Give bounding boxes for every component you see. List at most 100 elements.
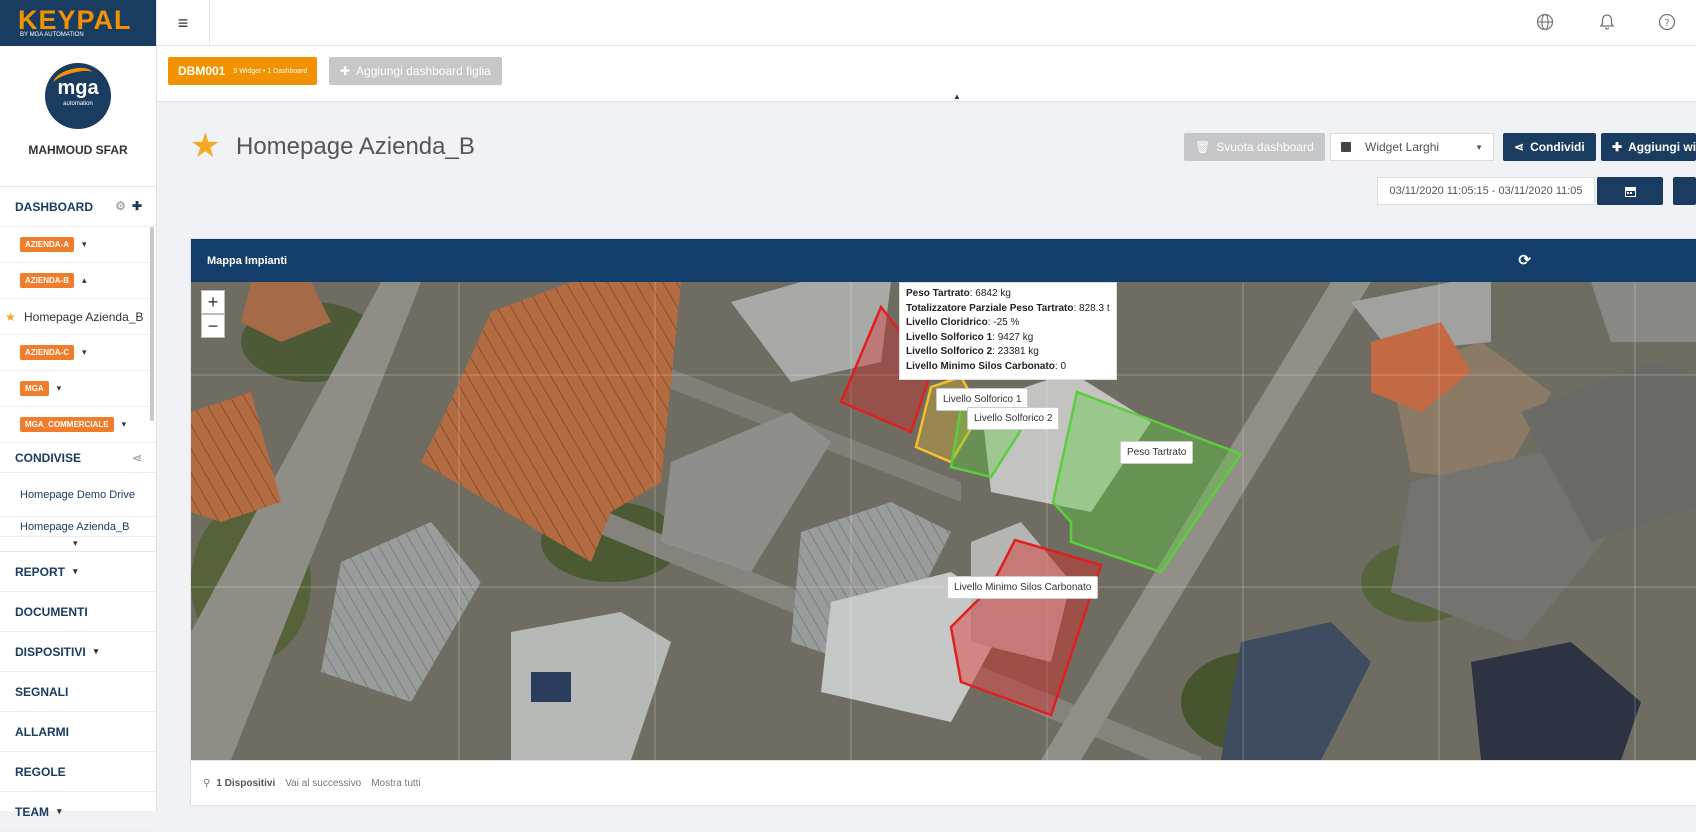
shared-item[interactable]: Homepage Azienda_B	[0, 517, 156, 537]
plus-icon[interactable]: ✚	[132, 199, 142, 213]
dashboard-section-header: DASHBOARD ⚙ ✚	[0, 187, 156, 227]
add-child-dashboard-button[interactable]: ✚ Aggiungi dashboard figlia	[329, 57, 502, 85]
dashboard-code: DBM001	[178, 64, 226, 78]
trash-icon: 🗑	[1195, 140, 1211, 154]
plus-icon: ✚	[1612, 140, 1623, 154]
add-child-label: Aggiungi dashboard figlia	[356, 64, 491, 78]
shared-item-label: Homepage Demo Drive	[20, 488, 135, 501]
nav-label: REPORT	[15, 564, 66, 579]
nav-team[interactable]: TEAM ▾	[0, 792, 156, 832]
zoom-out-button[interactable]: −	[201, 314, 225, 338]
satellite-map[interactable]: + − Peso Tartrato: 6842 kg Totalizzatore…	[191, 282, 1696, 760]
dashboard-tab[interactable]: DBM001 9 Widget • 1 Dashboard	[168, 57, 318, 85]
select-value: Widget Larghi	[1365, 140, 1440, 154]
tooltip-row: Livello Solforico 1: 9427 kg	[906, 331, 1110, 346]
tooltip-key: Totalizzatore Parziale Peso Tartrato	[906, 302, 1074, 314]
sidebar-scrollbar[interactable]	[150, 227, 154, 422]
shared-item-label: Homepage Azienda_B	[20, 520, 130, 533]
tooltip-row: Livello Solforico 2: 23381 kg	[906, 345, 1110, 360]
dashboard-section-label: DASHBOARD	[15, 199, 93, 214]
add-widget-label: Aggiungi widget	[1628, 140, 1696, 154]
dashboard-tag: AZIENDA-C	[20, 345, 74, 360]
plus-icon: ✚	[340, 64, 351, 78]
share-icon: ⋖	[1514, 140, 1525, 154]
dashboard-item-azienda-c[interactable]: AZIENDA-C ▾	[0, 335, 156, 371]
sensor-tooltip: Peso Tartrato: 6842 kg Totalizzatore Par…	[899, 282, 1117, 380]
tooltip-key: Livello Solforico 1	[906, 331, 993, 343]
nav-allarmi[interactable]: ALLARMI	[0, 712, 156, 752]
map-label-solforico-2[interactable]: Livello Solforico 2	[967, 407, 1060, 430]
refresh-date-button[interactable]	[1673, 177, 1696, 205]
logo-sub: BY MGA AUTOMATION	[20, 32, 84, 38]
nav-segnali[interactable]: SEGNALI	[0, 672, 156, 712]
avatar[interactable]: mga automation	[45, 63, 111, 129]
dashboard-item-azienda-a[interactable]: AZIENDA-A ▾	[0, 227, 156, 263]
nav-label: REGOLE	[15, 764, 66, 779]
calendar-button[interactable]	[1597, 177, 1663, 205]
chevron-down-icon: ▾	[73, 566, 78, 576]
help-icon[interactable]: ?	[1657, 12, 1677, 32]
gear-icon[interactable]: ⚙	[115, 199, 126, 213]
nav-label: SEGNALI	[15, 684, 69, 699]
collapse-caret-icon[interactable]: ▲	[953, 92, 961, 101]
svg-text:?: ?	[1664, 18, 1669, 29]
show-all-link[interactable]: Mostra tutti	[371, 778, 420, 789]
dashboard-info: 9 Widget • 1 Dashboard	[233, 67, 308, 75]
nav-label: DISPOSITIVI	[15, 644, 86, 659]
widget-title: Mappa Impianti	[207, 254, 288, 267]
globe-icon[interactable]	[1535, 12, 1555, 32]
dashboard-item-azienda-b[interactable]: AZIENDA-B ▴	[0, 263, 156, 299]
dashboard-list: AZIENDA-A ▾ AZIENDA-B ▴ ★ Homepage Azienda_…	[0, 227, 156, 552]
devices-count: 1 Dispositivi	[216, 777, 276, 789]
dashboard-tag: MGA_COMMERCIALE	[20, 417, 114, 432]
add-widget-button[interactable]: ✚ Aggiungi widget	[1601, 133, 1696, 161]
tooltip-key: Livello Minimo Silos Carbonato	[906, 360, 1055, 372]
nav-regole[interactable]: REGOLE	[0, 752, 156, 792]
nav-report[interactable]: REPORT ▾	[0, 552, 156, 592]
bell-icon[interactable]	[1597, 12, 1617, 32]
menu-icon[interactable]: ≡	[157, 0, 210, 46]
tooltip-value: : 6842 kg	[969, 288, 1011, 299]
next-device-link[interactable]: Vai al successivo	[285, 778, 361, 789]
clear-dashboard-button[interactable]: 🗑 Svuota dashboard	[1184, 133, 1325, 161]
zoom-in-button[interactable]: +	[201, 290, 225, 314]
map-label-silos-carbonato[interactable]: Livello Minimo Silos Carbonato	[947, 576, 1099, 599]
nav-label: DOCUMENTI	[15, 604, 88, 619]
dashboard-item-mga[interactable]: MGA ▾	[0, 371, 156, 407]
square-icon	[1341, 142, 1351, 152]
star-icon: ★	[5, 309, 16, 324]
share-button[interactable]: ⋖ Condividi	[1503, 133, 1596, 161]
date-range-input[interactable]: 03/11/2020 11:05:15 - 03/11/2020 11:05	[1377, 177, 1595, 205]
widget-size-select[interactable]: Widget Larghi ▼	[1330, 133, 1494, 161]
dashboard-tag: MGA	[20, 381, 49, 396]
share-icon[interactable]: ⋖	[132, 451, 142, 465]
tooltip-value: : 9427 kg	[992, 331, 1034, 343]
condivise-label: CONDIVISE	[15, 450, 82, 465]
chevron-down-icon: ▾	[57, 806, 62, 816]
sidebar: KEYPAL BY MGA AUTOMATION mga automation …	[0, 0, 157, 832]
keypal-logo[interactable]: KEYPAL BY MGA AUTOMATION	[0, 0, 156, 46]
tooltip-value: : 828.3 t	[1073, 302, 1110, 314]
chevron-down-icon: ▾	[93, 646, 99, 656]
nav-dispositivi[interactable]: DISPOSITIVI ▾	[0, 632, 156, 672]
dashboard-tag: AZIENDA-A	[20, 237, 74, 252]
dashboard-item-homepage-azienda-b[interactable]: ★ Homepage Azienda_B	[0, 299, 156, 335]
favorite-star-icon[interactable]: ★	[190, 129, 220, 163]
refresh-icon[interactable]: ⟳	[1518, 251, 1531, 269]
condivise-section-header: CONDIVISE ⋖	[0, 443, 156, 473]
tooltip-key: Peso Tartrato	[906, 288, 970, 299]
chevron-down-icon[interactable]: ▾	[73, 538, 78, 549]
tooltip-key: Livello Cloridrico	[906, 317, 988, 329]
nav-documenti[interactable]: DOCUMENTI	[0, 592, 156, 632]
widget-footer: ⚲ 1 Dispositivi Vai al successivo Mostra…	[191, 760, 1696, 805]
tooltip-row: Livello Cloridrico: -25 %	[906, 316, 1110, 331]
top-bar: ≡ ?	[157, 0, 1696, 46]
chevron-down-icon: ▾	[121, 419, 127, 429]
map-label-peso-tartrato[interactable]: Peso Tartrato	[1120, 441, 1194, 464]
logo-word: KEYPAL	[18, 5, 132, 35]
tooltip-row: Totalizzatore Parziale Peso Tartrato: 82…	[906, 302, 1110, 317]
shared-item[interactable]: Homepage Demo Drive	[0, 473, 156, 517]
nav-label: ALLARMI	[15, 724, 69, 739]
dashboard-item-mga-commerciale[interactable]: MGA_COMMERCIALE ▾	[0, 407, 156, 443]
dashboard-bar: DBM001 9 Widget • 1 Dashboard ✚ Aggiungi d…	[157, 46, 1696, 102]
